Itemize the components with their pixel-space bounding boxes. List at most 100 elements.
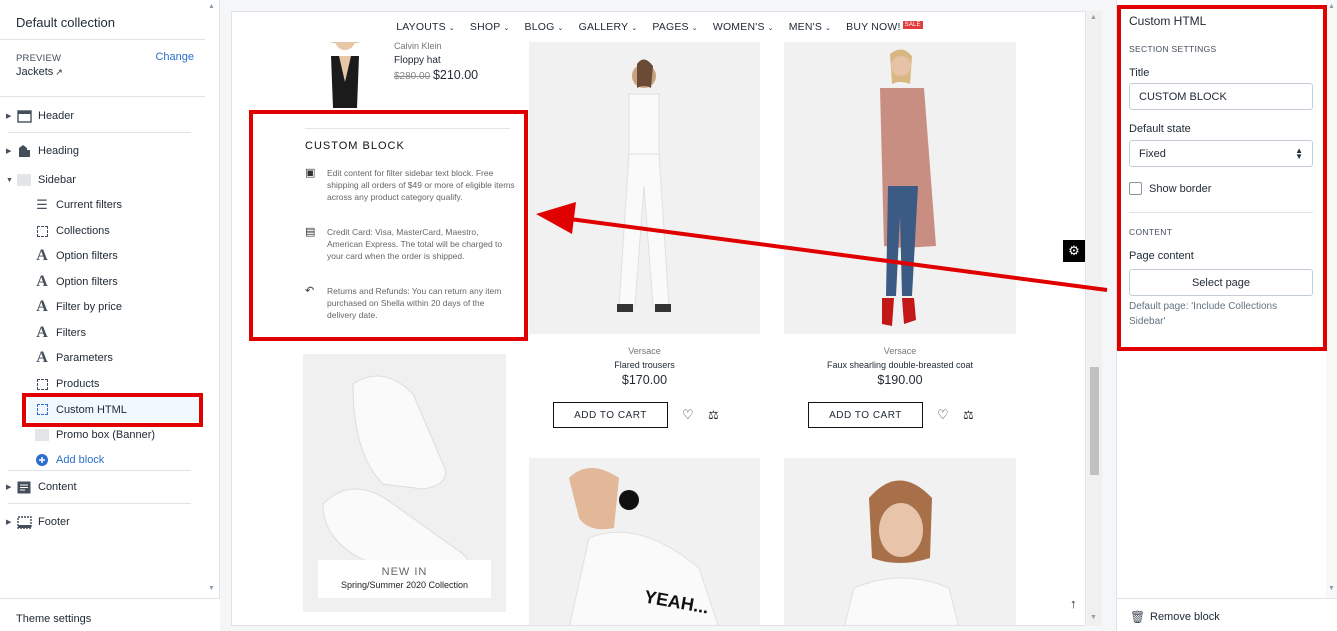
- remove-block-button[interactable]: 🗑 Remove block: [1117, 598, 1337, 631]
- scroll-up-icon[interactable]: ▲: [1328, 3, 1335, 10]
- theme-settings-button[interactable]: Theme settings: [0, 598, 220, 631]
- nav-item-shop[interactable]: SHOP ⌄: [470, 21, 510, 33]
- custom-block-item-text: Edit content for filter sidebar text blo…: [327, 168, 515, 202]
- change-link[interactable]: Change: [155, 51, 194, 63]
- custom-block-item-text: Credit Card: Visa, MasterCard, Maestro, …: [327, 227, 503, 261]
- nav-item-womens[interactable]: WOMEN'S ⌄: [713, 21, 774, 33]
- product-image-yeah-tee[interactable]: YEAH...: [529, 458, 760, 625]
- chevron-down-icon: ⌄: [503, 25, 510, 32]
- sidebar-block-collections[interactable]: Collections: [34, 220, 110, 242]
- sale-badge: SALE: [902, 21, 923, 29]
- default-page-help: Default page: 'Include Collections Sideb…: [1129, 301, 1278, 327]
- back-to-top-icon[interactable]: ↑: [1070, 596, 1077, 611]
- promo-subtitle: Spring/Summer 2020 Collection: [340, 580, 469, 590]
- block-label: Products: [56, 378, 100, 390]
- content-heading: CONTENT: [1129, 227, 1173, 237]
- scroll-down-icon[interactable]: ▼: [208, 585, 215, 592]
- footer-layout-icon: [16, 514, 32, 530]
- custom-block-item: ↶ Returns and Refunds: You can return an…: [305, 285, 515, 321]
- promo-banner[interactable]: NEW IN Spring/Summer 2020 Collection: [303, 354, 506, 612]
- nav-item-gallery[interactable]: GALLERY ⌄: [579, 21, 638, 33]
- text-a-icon: A: [36, 349, 48, 366]
- preview-value[interactable]: Jackets ↗: [16, 66, 63, 78]
- page-content-label: Page content: [1129, 250, 1194, 262]
- sidebar-block-option-filters[interactable]: A Option filters: [34, 245, 118, 267]
- nav-item-layouts[interactable]: LAYOUTS ⌄: [396, 21, 455, 33]
- preview-scrollbar[interactable]: ▲ ▼: [1087, 11, 1102, 626]
- nav-item-blog[interactable]: BLOG ⌄: [525, 21, 564, 33]
- nav-label: GALLERY: [578, 21, 629, 33]
- sidebar-block-products[interactable]: Products: [34, 373, 99, 395]
- divider: [8, 503, 191, 504]
- scroll-down-icon[interactable]: ▼: [1328, 585, 1335, 592]
- show-border-label: Show border: [1149, 183, 1212, 195]
- sidebar-block-parameters[interactable]: A Parameters: [34, 347, 113, 369]
- add-to-cart-button[interactable]: ADD TO CART: [553, 402, 668, 428]
- product-image-white-tee[interactable]: [784, 458, 1016, 625]
- product-name[interactable]: Faux shearling double-breasted coat: [784, 360, 1016, 370]
- text-a-icon: A: [36, 247, 48, 264]
- default-state-select[interactable]: Fixed ▲ ▼: [1129, 140, 1313, 167]
- remove-block-label: Remove block: [1150, 611, 1220, 623]
- list-lines-icon: ☰: [36, 197, 48, 212]
- sidebar-block-option-filters-2[interactable]: A Option filters: [34, 271, 118, 293]
- section-heading[interactable]: ▶ Heading: [6, 140, 79, 162]
- add-to-cart-button[interactable]: ADD TO CART: [808, 402, 923, 428]
- compare-scale-icon[interactable]: ⚖: [708, 408, 719, 422]
- section-sidebar[interactable]: ▼ Sidebar: [6, 169, 76, 191]
- trash-icon: 🗑: [1130, 610, 1146, 624]
- header-layout-icon: [16, 108, 32, 124]
- chevron-down-icon: ⌄: [631, 25, 638, 32]
- sidebar-block-custom-html[interactable]: Custom HTML: [28, 397, 198, 422]
- section-footer[interactable]: ▶ Footer: [6, 511, 70, 533]
- custom-block-item: ▤ Credit Card: Visa, MasterCard, Maestro…: [305, 226, 515, 262]
- block-label: Filters: [56, 327, 86, 339]
- sidebar-block-promo-box[interactable]: Promo box (Banner): [34, 424, 155, 446]
- nav-label: SHOP: [469, 21, 501, 33]
- section-content[interactable]: ▶ Content: [6, 476, 77, 498]
- scrollbar-thumb[interactable]: [1090, 367, 1099, 475]
- chevron-down-icon: ⌄: [767, 25, 774, 32]
- select-page-button[interactable]: Select page: [1129, 269, 1313, 296]
- nav-item-mens[interactable]: MEN'S ⌄: [789, 21, 831, 33]
- chevron-down-icon: ⌄: [557, 25, 564, 32]
- theme-settings-label: Theme settings: [16, 613, 92, 625]
- section-label: Content: [38, 481, 77, 493]
- nav-item-buy-now[interactable]: BUY NOW! SALE: [846, 21, 923, 33]
- heart-icon[interactable]: ♡: [937, 407, 949, 423]
- sidebar-image-icon: [16, 172, 32, 188]
- nav-label: BLOG: [524, 21, 555, 33]
- compare-scale-icon[interactable]: ⚖: [963, 408, 974, 422]
- sidebar-block-filter-by-price[interactable]: A Filter by price: [34, 296, 122, 318]
- scroll-up-icon[interactable]: ▲: [208, 3, 215, 10]
- product-brand: Versace: [883, 346, 917, 356]
- left-scrollbar[interactable]: ▲ ▼: [205, 0, 219, 598]
- title-input[interactable]: CUSTOM BLOCK: [1129, 83, 1313, 110]
- custom-block-item: ▣ Edit content for filter sidebar text b…: [305, 167, 515, 203]
- caret-down-icon: ▼: [6, 176, 13, 184]
- product-name[interactable]: Flared trousers: [529, 360, 760, 370]
- section-label: Header: [38, 110, 75, 122]
- add-block-button[interactable]: Add block: [34, 449, 104, 471]
- title-field-label: Title: [1129, 67, 1150, 79]
- caret-right-icon: ▶: [6, 519, 12, 526]
- show-border-checkbox[interactable]: [1129, 182, 1142, 195]
- sidebar-product-name[interactable]: Floppy hat: [394, 55, 441, 66]
- divider: [305, 128, 510, 129]
- product-image-shearling-coat[interactable]: [784, 36, 1016, 334]
- right-scrollbar[interactable]: ▲ ▼: [1326, 0, 1337, 598]
- gear-icon[interactable]: ⚙: [1063, 240, 1085, 262]
- heart-icon[interactable]: ♡: [682, 407, 694, 423]
- sidebar-block-current-filters[interactable]: ☰ Current filters: [34, 194, 122, 216]
- sidebar-product-prices: $280.00 $210.00: [394, 68, 478, 82]
- scroll-up-icon[interactable]: ▲: [1090, 14, 1097, 21]
- external-link-icon: ↗: [55, 67, 63, 77]
- right-panel: Custom HTML SECTION SETTINGS Title CUSTO…: [1116, 0, 1337, 631]
- scroll-down-icon[interactable]: ▼: [1090, 614, 1097, 621]
- section-header[interactable]: ▶ Header: [6, 105, 74, 127]
- sidebar-block-filters[interactable]: A Filters: [34, 322, 86, 344]
- preview-collection-name: Jackets: [16, 66, 54, 78]
- product-image-flared-trousers[interactable]: [529, 36, 760, 334]
- nav-label: MEN'S: [788, 21, 823, 33]
- nav-item-pages[interactable]: PAGES ⌄: [652, 21, 697, 33]
